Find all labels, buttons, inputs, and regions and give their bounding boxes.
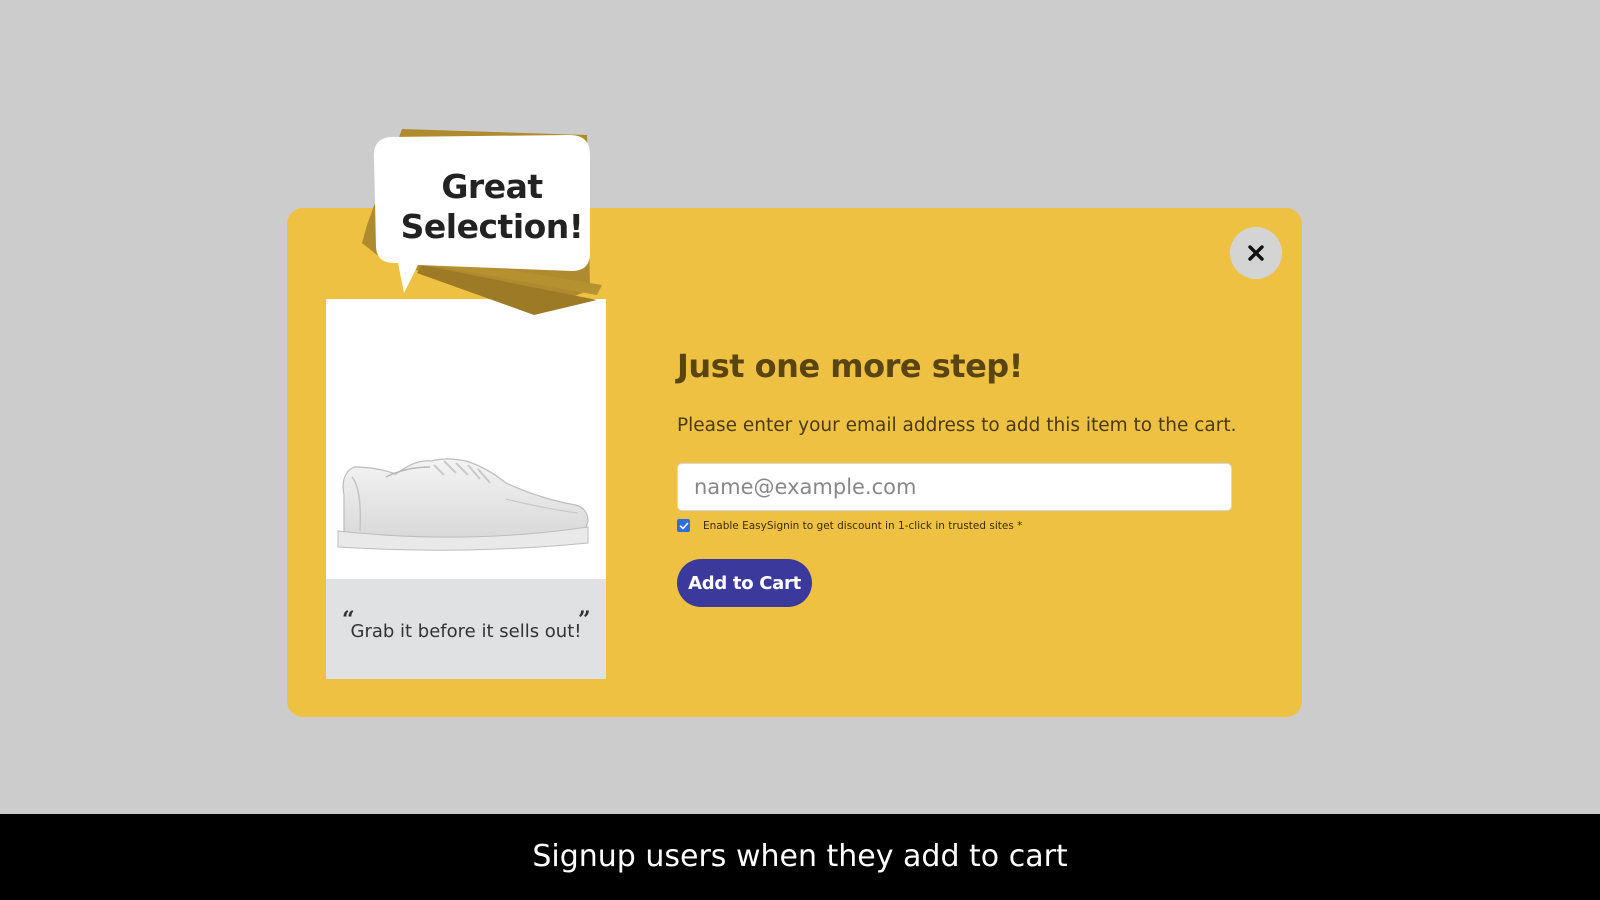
sneaker-image: [337, 458, 589, 551]
add-to-cart-button[interactable]: Add to Cart: [677, 559, 812, 607]
close-button[interactable]: [1230, 227, 1282, 279]
email-input[interactable]: [677, 463, 1232, 511]
consent-row: Enable EasySignin to get discount in 1-c…: [677, 519, 1022, 532]
checkmark-icon: [679, 522, 688, 529]
consent-checkbox[interactable]: [677, 519, 690, 532]
bubble-line-1: Great: [441, 167, 543, 206]
modal-title: Just one more step!: [677, 347, 1023, 385]
modal-description: Please enter your email address to add t…: [677, 415, 1237, 436]
product-card: “ Grab it before it sells out! ”: [326, 299, 606, 679]
quote-text: Grab it before it sells out!: [350, 621, 582, 642]
consent-label: Enable EasySignin to get discount in 1-c…: [703, 519, 1023, 532]
caption-text: Signup users when they add to cart: [532, 838, 1068, 874]
product-image: [326, 299, 606, 579]
close-quote-icon: ”: [578, 607, 591, 633]
close-icon: [1248, 245, 1264, 261]
bubble-headline: Great Selection!: [382, 167, 602, 247]
speech-bubble: Great Selection!: [362, 125, 612, 325]
bubble-line-2: Selection!: [400, 207, 584, 246]
caption-bar: Signup users when they add to cart: [0, 814, 1600, 900]
product-quote: “ Grab it before it sells out! ”: [326, 579, 606, 679]
